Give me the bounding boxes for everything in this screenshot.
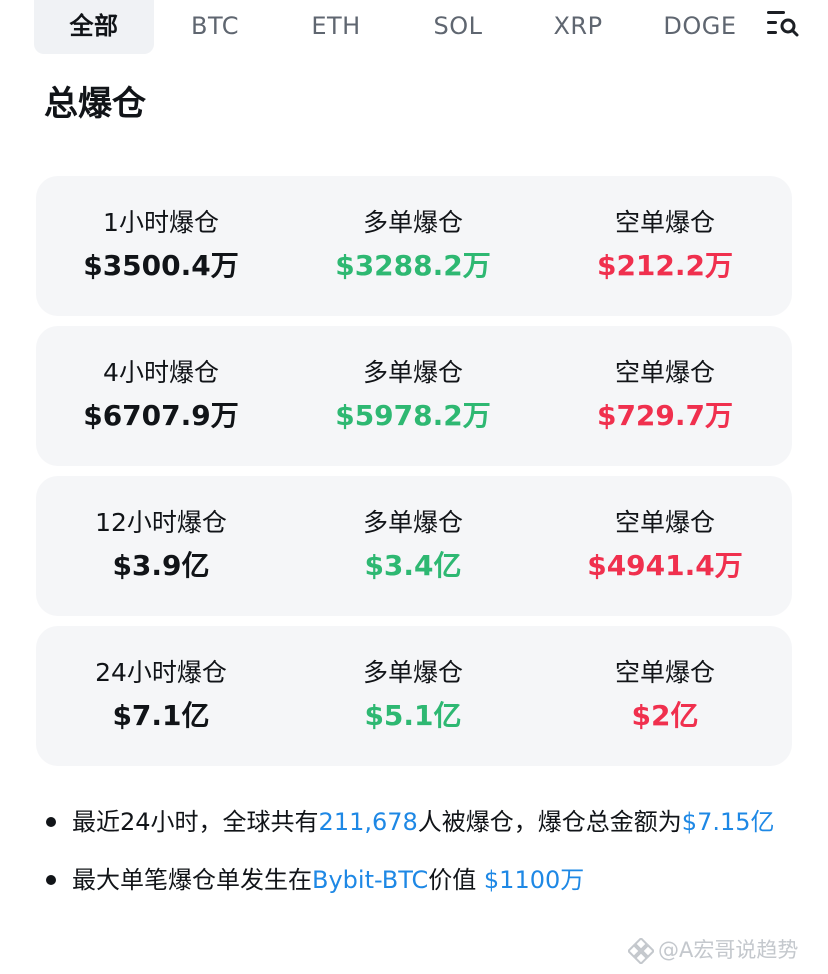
total-amount: $7.15亿	[681, 808, 775, 836]
period-label: 24小时爆仓	[95, 658, 227, 687]
long-liquidation-value: $5978.2万	[335, 399, 491, 432]
summary-list: 最近24小时，全球共有211,678人被爆仓，爆仓总金额为$7.15亿 最大单笔…	[44, 800, 828, 916]
long-liquidation-cell: 多单爆仓 $5978.2万	[288, 356, 538, 436]
long-liquidation-value: $3.4亿	[364, 549, 462, 582]
short-label: 空单爆仓	[614, 658, 715, 687]
page-title: 总爆仓	[44, 84, 146, 124]
tab-doge[interactable]: DOGE	[650, 0, 750, 54]
short-liquidation-cell: 空单爆仓 $2亿	[540, 656, 790, 736]
summary-text: 最大单笔爆仓单发生在	[72, 866, 312, 894]
summary-text: 人被爆仓，爆仓总金额为	[417, 808, 682, 836]
total-liquidation-value: $7.1亿	[112, 699, 210, 732]
long-liquidation-cell: 多单爆仓 $3.4亿	[288, 506, 538, 586]
asset-tab-bar: 全部 BTC ETH SOL XRP DOGE	[0, 0, 828, 56]
exchange-link[interactable]: Bybit-BTC	[312, 866, 428, 894]
short-liquidation-value: $212.2万	[596, 249, 734, 282]
tab-eth[interactable]: ETH	[286, 0, 386, 54]
long-liquidation-value: $5.1亿	[364, 699, 462, 732]
long-label: 多单爆仓	[362, 658, 463, 687]
short-liquidation-value: $4941.4万	[587, 549, 743, 582]
short-liquidation-value: $729.7万	[596, 399, 734, 432]
long-label: 多单爆仓	[362, 208, 463, 237]
total-liquidation-cell: 12小时爆仓 $3.9亿	[36, 506, 286, 586]
total-liquidation-value: $6707.9万	[83, 399, 239, 432]
period-label: 1小时爆仓	[103, 208, 219, 237]
bullet-dot-icon	[46, 817, 56, 827]
liquidation-card-12h: 12小时爆仓 $3.9亿 多单爆仓 $3.4亿 空单爆仓 $4941.4万	[36, 476, 792, 616]
total-liquidation-cell: 24小时爆仓 $7.1亿	[36, 656, 286, 736]
summary-text: 最近24小时，全球共有	[72, 808, 319, 836]
liquidation-card-24h: 24小时爆仓 $7.1亿 多单爆仓 $5.1亿 空单爆仓 $2亿	[36, 626, 792, 766]
summary-item-24h: 最近24小时，全球共有211,678人被爆仓，爆仓总金额为$7.15亿	[44, 800, 828, 846]
watermark-text: @A宏哥说趋势	[658, 938, 799, 962]
period-label: 12小时爆仓	[95, 508, 227, 537]
long-label: 多单爆仓	[362, 508, 463, 537]
short-label: 空单爆仓	[614, 358, 715, 387]
period-label: 4小时爆仓	[103, 358, 219, 387]
tab-xrp[interactable]: XRP	[528, 0, 628, 54]
binance-logo-icon	[628, 938, 654, 964]
short-liquidation-cell: 空单爆仓 $212.2万	[540, 206, 790, 286]
tab-all[interactable]: 全部	[34, 0, 154, 54]
tab-btc[interactable]: BTC	[165, 0, 265, 54]
short-liquidation-value: $2亿	[631, 699, 699, 732]
short-liquidation-cell: 空单爆仓 $4941.4万	[540, 506, 790, 586]
search-filter-icon[interactable]	[766, 8, 800, 38]
liquidated-count: 211,678	[318, 808, 418, 836]
long-liquidation-value: $3288.2万	[335, 249, 491, 282]
watermark: @A宏哥说趋势	[628, 932, 798, 968]
short-liquidation-cell: 空单爆仓 $729.7万	[540, 356, 790, 436]
summary-item-largest: 最大单笔爆仓单发生在Bybit-BTC价值 $1100万	[44, 858, 828, 904]
total-liquidation-value: $3500.4万	[83, 249, 239, 282]
short-label: 空单爆仓	[614, 508, 715, 537]
total-liquidation-value: $3.9亿	[112, 549, 210, 582]
bullet-dot-icon	[46, 875, 56, 885]
total-liquidation-cell: 1小时爆仓 $3500.4万	[36, 206, 286, 286]
liquidation-card-1h: 1小时爆仓 $3500.4万 多单爆仓 $3288.2万 空单爆仓 $212.2…	[36, 176, 792, 316]
long-liquidation-cell: 多单爆仓 $5.1亿	[288, 656, 538, 736]
long-label: 多单爆仓	[362, 358, 463, 387]
summary-text: 价值	[428, 866, 484, 894]
tab-sol[interactable]: SOL	[408, 0, 508, 54]
total-liquidation-cell: 4小时爆仓 $6707.9万	[36, 356, 286, 436]
largest-order-amount: $1100万	[483, 866, 585, 894]
long-liquidation-cell: 多单爆仓 $3288.2万	[288, 206, 538, 286]
short-label: 空单爆仓	[614, 208, 715, 237]
liquidation-card-4h: 4小时爆仓 $6707.9万 多单爆仓 $5978.2万 空单爆仓 $729.7…	[36, 326, 792, 466]
